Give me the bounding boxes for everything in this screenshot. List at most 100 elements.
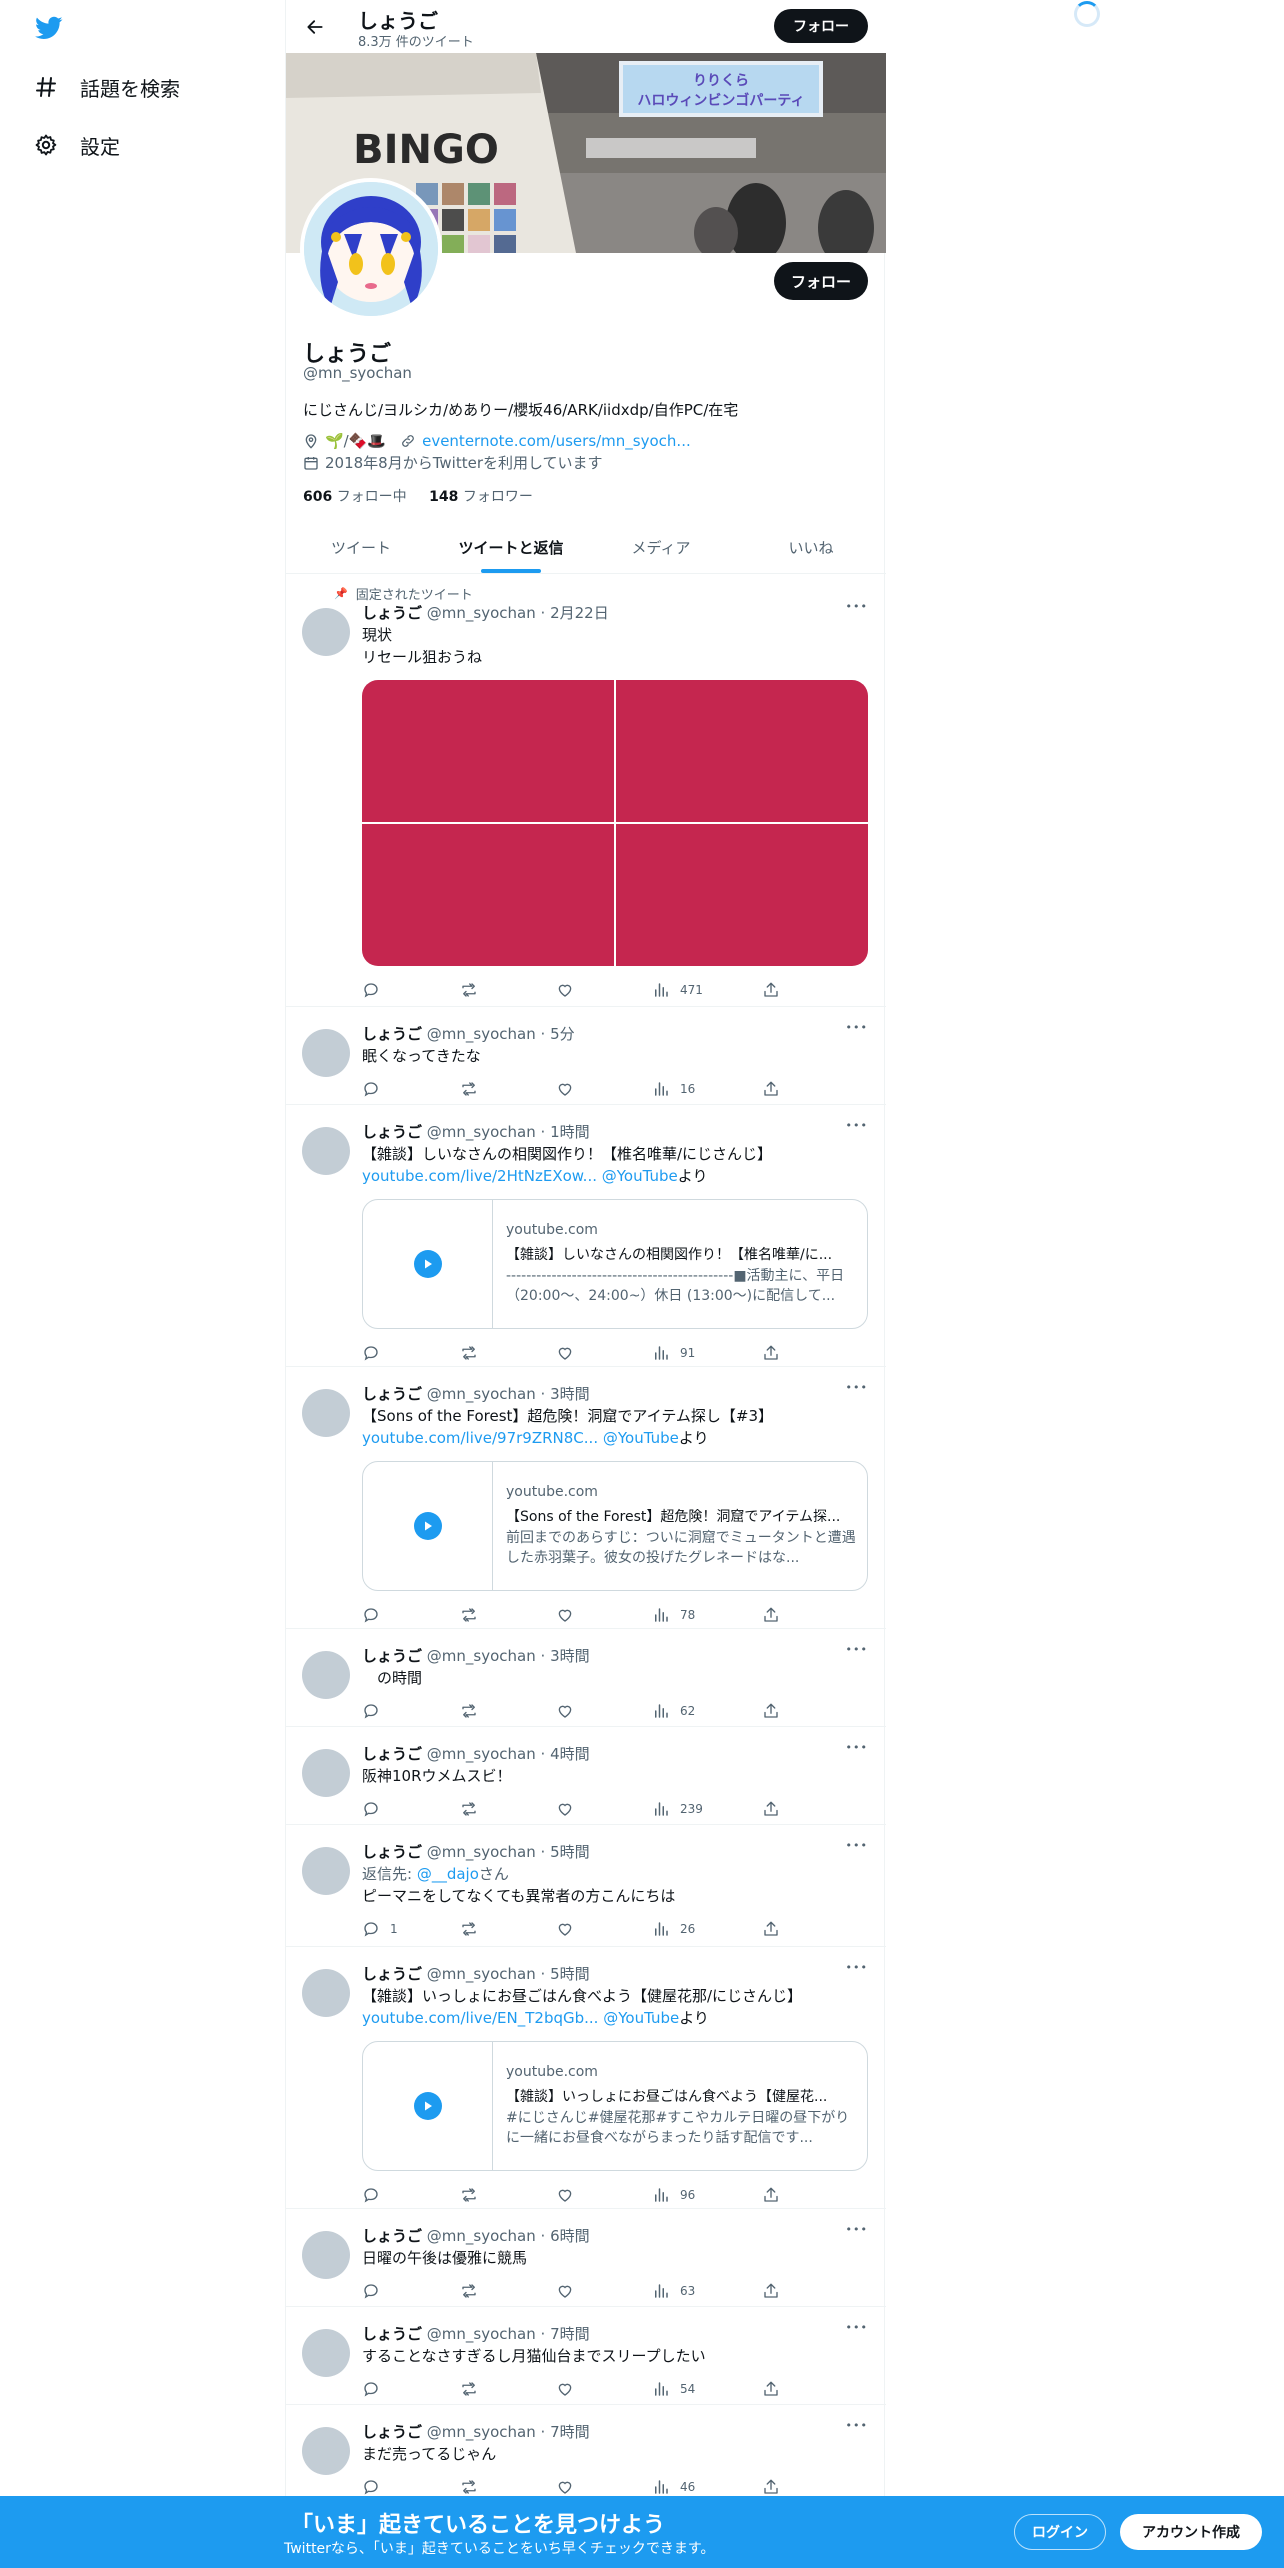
tweet-avatar[interactable]: [302, 1029, 350, 1077]
like-button[interactable]: [556, 2477, 574, 2497]
tweet-author-name[interactable]: しょうご: [362, 604, 422, 622]
via-mention[interactable]: @YouTube: [603, 1429, 679, 1447]
tweet-author-name[interactable]: しょうご: [362, 2227, 422, 2245]
tweet-author-handle[interactable]: @mn_syochan: [427, 604, 536, 622]
tweet-avatar[interactable]: [302, 2231, 350, 2279]
nav-explore[interactable]: 話題を検索: [30, 65, 180, 109]
views-button[interactable]: 26: [652, 1919, 695, 1939]
retweet-button[interactable]: [460, 1701, 478, 1721]
more-options-icon[interactable]: •••: [846, 1961, 868, 1974]
retweet-button[interactable]: [460, 1079, 478, 1099]
share-button[interactable]: [762, 1919, 780, 1939]
tweet-avatar[interactable]: [302, 1969, 350, 2017]
share-button[interactable]: [762, 1799, 780, 1819]
profile-follow-button[interactable]: フォロー: [774, 262, 868, 300]
tweet-time[interactable]: · 7時間: [541, 2423, 590, 2441]
tab-media[interactable]: メディア: [586, 521, 736, 573]
link-preview-card[interactable]: youtube.com 【雑談】いっしょにお昼ごはん食べよう【健屋花... #にじさ…: [362, 2041, 868, 2171]
retweet-button[interactable]: [460, 980, 478, 1000]
share-button[interactable]: [762, 1343, 780, 1363]
like-button[interactable]: [556, 1605, 574, 1625]
tweet-author-handle[interactable]: @mn_syochan: [427, 1385, 536, 1403]
tweet-item[interactable]: しょうご @mn_syochan · 7時間 ••• することなさすぎるし月猫仙台ま…: [286, 2307, 886, 2405]
views-button[interactable]: 63: [652, 2281, 695, 2301]
more-options-icon[interactable]: •••: [846, 600, 868, 613]
tweet-item[interactable]: しょうご @mn_syochan · 5分 ••• 眠くなってきたな 16: [286, 1007, 886, 1105]
tweet-author-handle[interactable]: @mn_syochan: [427, 2325, 536, 2343]
tweet-item[interactable]: 📌 固定されたツイート しょうご @mn_syochan · 2月22日 ••• 現状リ…: [286, 574, 886, 1007]
tweet-avatar[interactable]: [302, 2329, 350, 2377]
card-thumbnail[interactable]: [363, 1200, 493, 1328]
tweet-item[interactable]: しょうご @mn_syochan · 3時間 ••• の時間 62: [286, 1629, 886, 1727]
retweet-button[interactable]: [460, 1343, 478, 1363]
like-button[interactable]: [556, 1079, 574, 1099]
tweet-time[interactable]: · 3時間: [541, 1647, 590, 1665]
views-button[interactable]: 91: [652, 1343, 695, 1363]
tweet-author-name[interactable]: しょうご: [362, 1025, 422, 1043]
more-options-icon[interactable]: •••: [846, 2419, 868, 2432]
tweet-item[interactable]: しょうご @mn_syochan · 4時間 ••• 阪神10Rウメムスビ！ 239: [286, 1727, 886, 1825]
share-button[interactable]: [762, 2379, 780, 2399]
tweet-author-handle[interactable]: @mn_syochan: [427, 1965, 536, 1983]
like-button[interactable]: [556, 1343, 574, 1363]
tweet-link[interactable]: youtube.com/live/2HtNzEXow...: [362, 1167, 597, 1185]
tab-tweets[interactable]: ツイート: [286, 521, 436, 573]
tab-tweets-and-replies[interactable]: ツイートと返信: [436, 521, 586, 573]
views-button[interactable]: 54: [652, 2379, 695, 2399]
reply-button[interactable]: [362, 1799, 390, 1819]
tweet-item[interactable]: しょうご @mn_syochan · 6時間 ••• 日曜の午後は優雅に競馬 63: [286, 2209, 886, 2307]
like-button[interactable]: [556, 1919, 574, 1939]
tweet-author-handle[interactable]: @mn_syochan: [427, 1123, 536, 1141]
retweet-button[interactable]: [460, 2477, 478, 2497]
tweet-item[interactable]: しょうご @mn_syochan · 1時間 ••• 【雑談】しいなさんの相関図作り…: [286, 1105, 886, 1367]
reply-to-handle[interactable]: @__dajo: [417, 1865, 479, 1883]
followers-link[interactable]: 148 フォロワー: [429, 489, 533, 505]
more-options-icon[interactable]: •••: [846, 1643, 868, 1656]
card-thumbnail[interactable]: [363, 1462, 493, 1590]
share-button[interactable]: [762, 1605, 780, 1625]
tweet-avatar[interactable]: [302, 1847, 350, 1895]
tweet-time[interactable]: · 5時間: [541, 1965, 590, 1983]
link-preview-card[interactable]: youtube.com 【Sons of the Forest】超危険！洞窟でアイ…: [362, 1461, 868, 1591]
tweet-author-name[interactable]: しょうご: [362, 1745, 422, 1763]
reply-button[interactable]: [362, 2477, 390, 2497]
views-button[interactable]: 62: [652, 1701, 695, 1721]
back-arrow-icon[interactable]: [300, 12, 330, 42]
tweet-author-name[interactable]: しょうご: [362, 1385, 422, 1403]
reply-button[interactable]: 1: [362, 1919, 398, 1939]
tweet-avatar[interactable]: [302, 1127, 350, 1175]
following-link[interactable]: 606 フォロー中: [303, 489, 407, 505]
more-options-icon[interactable]: •••: [846, 1021, 868, 1034]
share-button[interactable]: [762, 1701, 780, 1721]
tweet-item[interactable]: しょうご @mn_syochan · 3時間 ••• 【Sons of the Fo…: [286, 1367, 886, 1629]
retweet-button[interactable]: [460, 1605, 478, 1625]
tweet-author-name[interactable]: しょうご: [362, 1965, 422, 1983]
retweet-button[interactable]: [460, 1919, 478, 1939]
like-button[interactable]: [556, 980, 574, 1000]
retweet-button[interactable]: [460, 2185, 478, 2205]
reply-button[interactable]: [362, 1605, 390, 1625]
share-button[interactable]: [762, 1079, 780, 1099]
tweet-author-handle[interactable]: @mn_syochan: [427, 2423, 536, 2441]
tab-likes[interactable]: いいね: [736, 521, 886, 573]
reply-button[interactable]: [362, 1701, 390, 1721]
tweet-time[interactable]: · 4時間: [541, 1745, 590, 1763]
reply-button[interactable]: [362, 2281, 390, 2301]
tweet-link[interactable]: youtube.com/live/EN_T2bqGb...: [362, 2009, 598, 2027]
twitter-logo-icon[interactable]: [32, 14, 66, 42]
tweet-avatar[interactable]: [302, 1749, 350, 1797]
tweet-time[interactable]: · 6時間: [541, 2227, 590, 2245]
tweet-time[interactable]: · 1時間: [541, 1123, 590, 1141]
tweet-author-name[interactable]: しょうご: [362, 1123, 422, 1141]
tweet-media-image[interactable]: [616, 680, 868, 822]
more-options-icon[interactable]: •••: [846, 1839, 868, 1852]
retweet-button[interactable]: [460, 2379, 478, 2399]
header-follow-button[interactable]: フォロー: [774, 9, 868, 43]
share-button[interactable]: [762, 980, 780, 1000]
reply-button[interactable]: [362, 980, 390, 1000]
tweet-avatar[interactable]: [302, 1651, 350, 1699]
more-options-icon[interactable]: •••: [846, 1741, 868, 1754]
tweet-media-image[interactable]: [616, 824, 868, 966]
more-options-icon[interactable]: •••: [846, 2223, 868, 2236]
signup-button[interactable]: アカウント作成: [1120, 2514, 1262, 2550]
